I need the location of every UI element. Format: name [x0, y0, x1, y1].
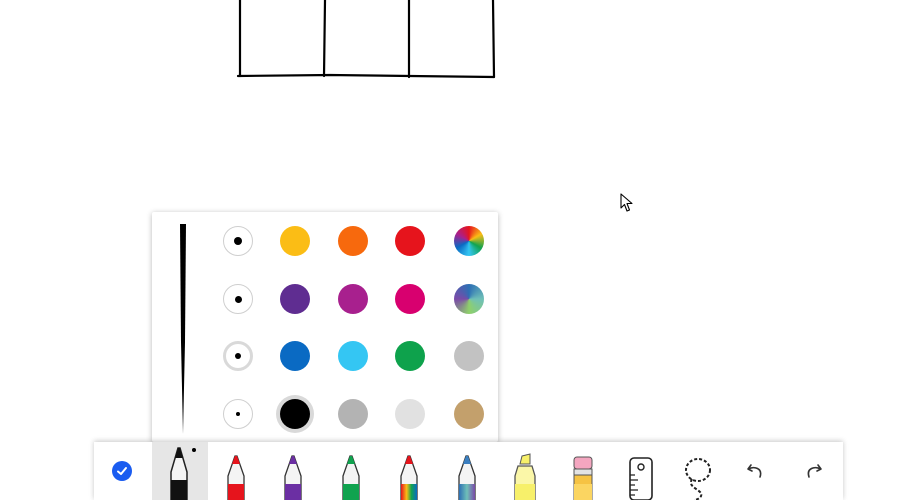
pen-icon — [342, 455, 360, 500]
pen-red-tool[interactable] — [208, 442, 264, 500]
size-dot — [234, 237, 242, 245]
stroke-size-option-1[interactable] — [223, 226, 253, 256]
highlighter-icon — [514, 453, 536, 500]
pen-icon — [227, 455, 245, 500]
hand-drawn-grid — [236, 0, 496, 79]
pen-icon — [170, 447, 196, 500]
pen-settings-flyout — [152, 212, 498, 442]
pencil-tool[interactable] — [555, 442, 611, 500]
pen-rainbow-tool[interactable] — [381, 442, 437, 500]
pen-icon — [400, 455, 418, 500]
color-swatch[interactable] — [280, 284, 310, 314]
color-swatch[interactable] — [338, 226, 368, 256]
color-swatch[interactable] — [395, 226, 425, 256]
size-dot — [235, 353, 241, 359]
pen-icon — [284, 455, 302, 500]
color-swatch[interactable] — [454, 399, 484, 429]
done-button[interactable] — [112, 461, 132, 481]
color-swatch[interactable] — [338, 399, 368, 429]
size-dot — [234, 295, 242, 303]
color-swatch[interactable] — [395, 399, 425, 429]
stroke-size-option-3[interactable] — [223, 341, 253, 371]
checkmark-icon — [117, 467, 127, 475]
ruler-icon — [629, 457, 653, 500]
color-swatch[interactable] — [395, 341, 425, 371]
color-swatch[interactable] — [338, 341, 368, 371]
color-swatch[interactable] — [280, 399, 310, 429]
color-swatch[interactable] — [280, 226, 310, 256]
galaxy-swatch[interactable] — [454, 284, 484, 314]
stroke-size-option-2[interactable] — [223, 284, 253, 314]
color-swatch[interactable] — [454, 341, 484, 371]
mouse-cursor-icon — [620, 193, 633, 212]
pen-black-tool[interactable] — [152, 442, 208, 500]
lasso-select-tool[interactable] — [670, 442, 726, 500]
color-swatch[interactable] — [395, 284, 425, 314]
pen-green-tool[interactable] — [323, 442, 379, 500]
pen-purple-tool[interactable] — [265, 442, 321, 500]
highlighter-tool[interactable] — [497, 442, 553, 500]
rainbow-swatch[interactable] — [454, 226, 484, 256]
redo-button[interactable] — [785, 442, 841, 500]
size-dot — [236, 412, 240, 416]
ruler-tool[interactable] — [613, 442, 669, 500]
stroke-size-option-4[interactable] — [223, 399, 253, 429]
lasso-icon — [685, 458, 711, 500]
pen-galaxy-tool[interactable] — [439, 442, 495, 500]
undo-button[interactable] — [728, 442, 784, 500]
color-swatch[interactable] — [280, 341, 310, 371]
stroke-size-preview — [180, 224, 186, 434]
pencil-icon — [573, 456, 593, 500]
color-swatch[interactable] — [338, 284, 368, 314]
undo-icon — [747, 464, 762, 478]
redo-icon — [807, 464, 822, 478]
pen-icon — [458, 455, 476, 500]
ink-toolbar — [94, 442, 843, 500]
